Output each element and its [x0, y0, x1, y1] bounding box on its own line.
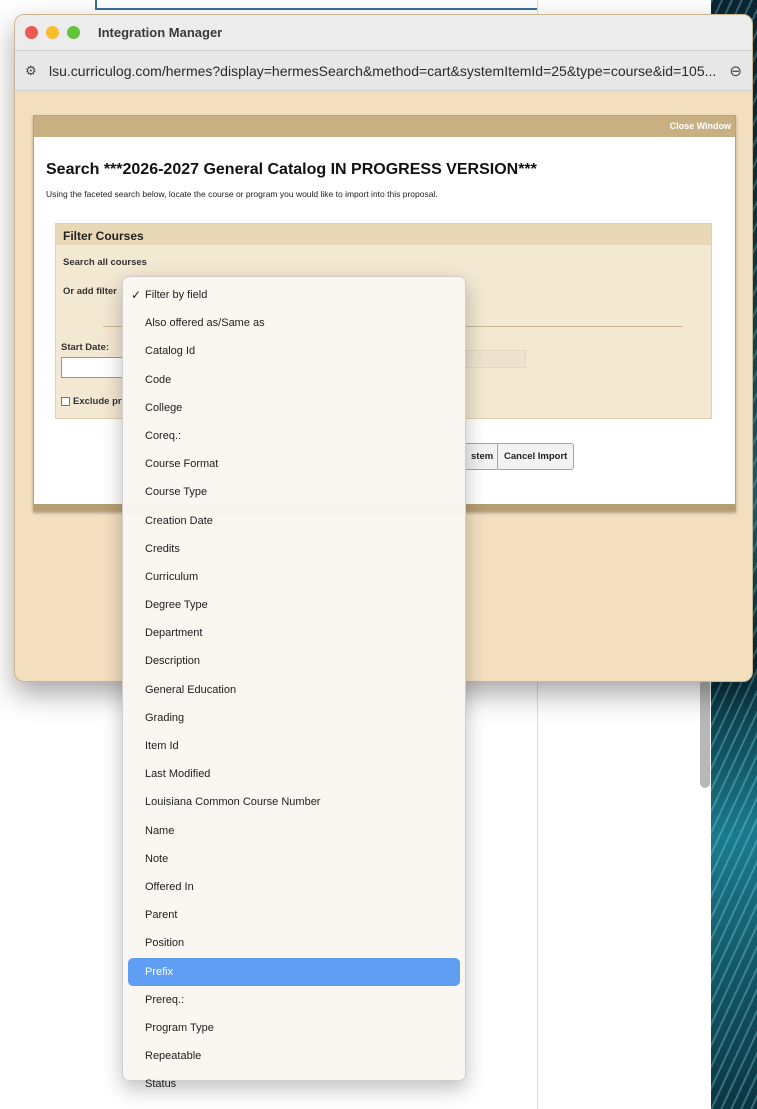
filter-heading: Filter Courses: [56, 224, 711, 245]
search-all-label: Search all courses: [63, 257, 147, 268]
dropdown-item-prefix[interactable]: Prefix: [128, 957, 460, 986]
dropdown-item-status[interactable]: Status: [123, 1070, 465, 1098]
dropdown-item-course-format[interactable]: Course Format: [123, 450, 465, 478]
close-window-link[interactable]: Close Window: [670, 121, 731, 131]
dropdown-item-prereq[interactable]: Prereq.:: [123, 986, 465, 1014]
site-settings-icon[interactable]: ⚙: [25, 63, 41, 79]
filter-field-dropdown[interactable]: ✓ Filter by field Also offered as/Same as…: [122, 276, 466, 1090]
dropdown-item-offered-in[interactable]: Offered In: [123, 873, 465, 901]
start-date-label: Start Date:: [61, 342, 110, 353]
dropdown-item-last-modified[interactable]: Last Modified: [123, 760, 465, 788]
dropdown-item-department[interactable]: Department: [123, 619, 465, 647]
dropdown-item-position[interactable]: Position: [123, 929, 465, 957]
dropdown-item-program-type[interactable]: Program Type: [123, 1014, 465, 1042]
dropdown-item-course-type[interactable]: Course Type: [123, 478, 465, 506]
dropdown-item-note[interactable]: Note: [123, 845, 465, 873]
dropdown-item-curriculum[interactable]: Curriculum: [123, 563, 465, 591]
dropdown-item-catalog-id[interactable]: Catalog Id: [123, 337, 465, 365]
page-description: Using the faceted search below, locate t…: [46, 189, 438, 199]
cancel-import-button[interactable]: Cancel Import: [497, 443, 575, 470]
dropdown-item-credits[interactable]: Credits: [123, 535, 465, 563]
dropdown-item-item-id[interactable]: Item Id: [123, 732, 465, 760]
dropdown-item-repeatable[interactable]: Repeatable: [123, 1042, 465, 1070]
panel-header-bar: Close Window: [34, 116, 735, 137]
url-bar[interactable]: ⚙ lsu.curriculog.com/hermes?display=herm…: [15, 51, 752, 91]
zoom-icon[interactable]: ⊖: [729, 62, 742, 80]
zoom-window-dot[interactable]: [67, 26, 80, 39]
dropdown-item-louisiana-common-course-number[interactable]: Louisiana Common Course Number: [123, 788, 465, 816]
dropdown-item-description[interactable]: Description: [123, 647, 465, 675]
dropdown-item-creation-date[interactable]: Creation Date: [123, 507, 465, 535]
minimize-window-dot[interactable]: [46, 26, 59, 39]
checkmark-icon: ✓: [131, 288, 142, 302]
dropdown-item-also-offered-as[interactable]: Also offered as/Same as: [123, 309, 465, 337]
add-filter-label: Or add filter: [63, 286, 117, 297]
window-title: Integration Manager: [98, 25, 223, 40]
dropdown-item-degree-type[interactable]: Degree Type: [123, 591, 465, 619]
dropdown-item-name[interactable]: Name: [123, 817, 465, 845]
dropdown-item-grading[interactable]: Grading: [123, 704, 465, 732]
dropdown-item-general-education[interactable]: General Education: [123, 676, 465, 704]
dropdown-item-filter-by-field[interactable]: ✓ Filter by field: [123, 281, 465, 309]
import-from-system-button[interactable]: stem: [464, 443, 501, 470]
exclude-checkbox[interactable]: [61, 396, 70, 406]
exclude-row[interactable]: Exclude pr: [61, 396, 122, 407]
dropdown-item-code[interactable]: Code: [123, 366, 465, 394]
url-text[interactable]: lsu.curriculog.com/hermes?display=hermes…: [49, 63, 721, 79]
dropdown-item-college[interactable]: College: [123, 394, 465, 422]
start-date-input[interactable]: [61, 357, 126, 378]
background-scrollbar[interactable]: [700, 680, 710, 788]
close-window-dot[interactable]: [25, 26, 38, 39]
window-titlebar: Integration Manager: [15, 15, 752, 51]
dropdown-item-parent[interactable]: Parent: [123, 901, 465, 929]
page-title: Search ***2026-2027 General Catalog IN P…: [46, 161, 537, 178]
dropdown-item-coreq[interactable]: Coreq.:: [123, 422, 465, 450]
exclude-label: Exclude pr: [73, 396, 122, 407]
